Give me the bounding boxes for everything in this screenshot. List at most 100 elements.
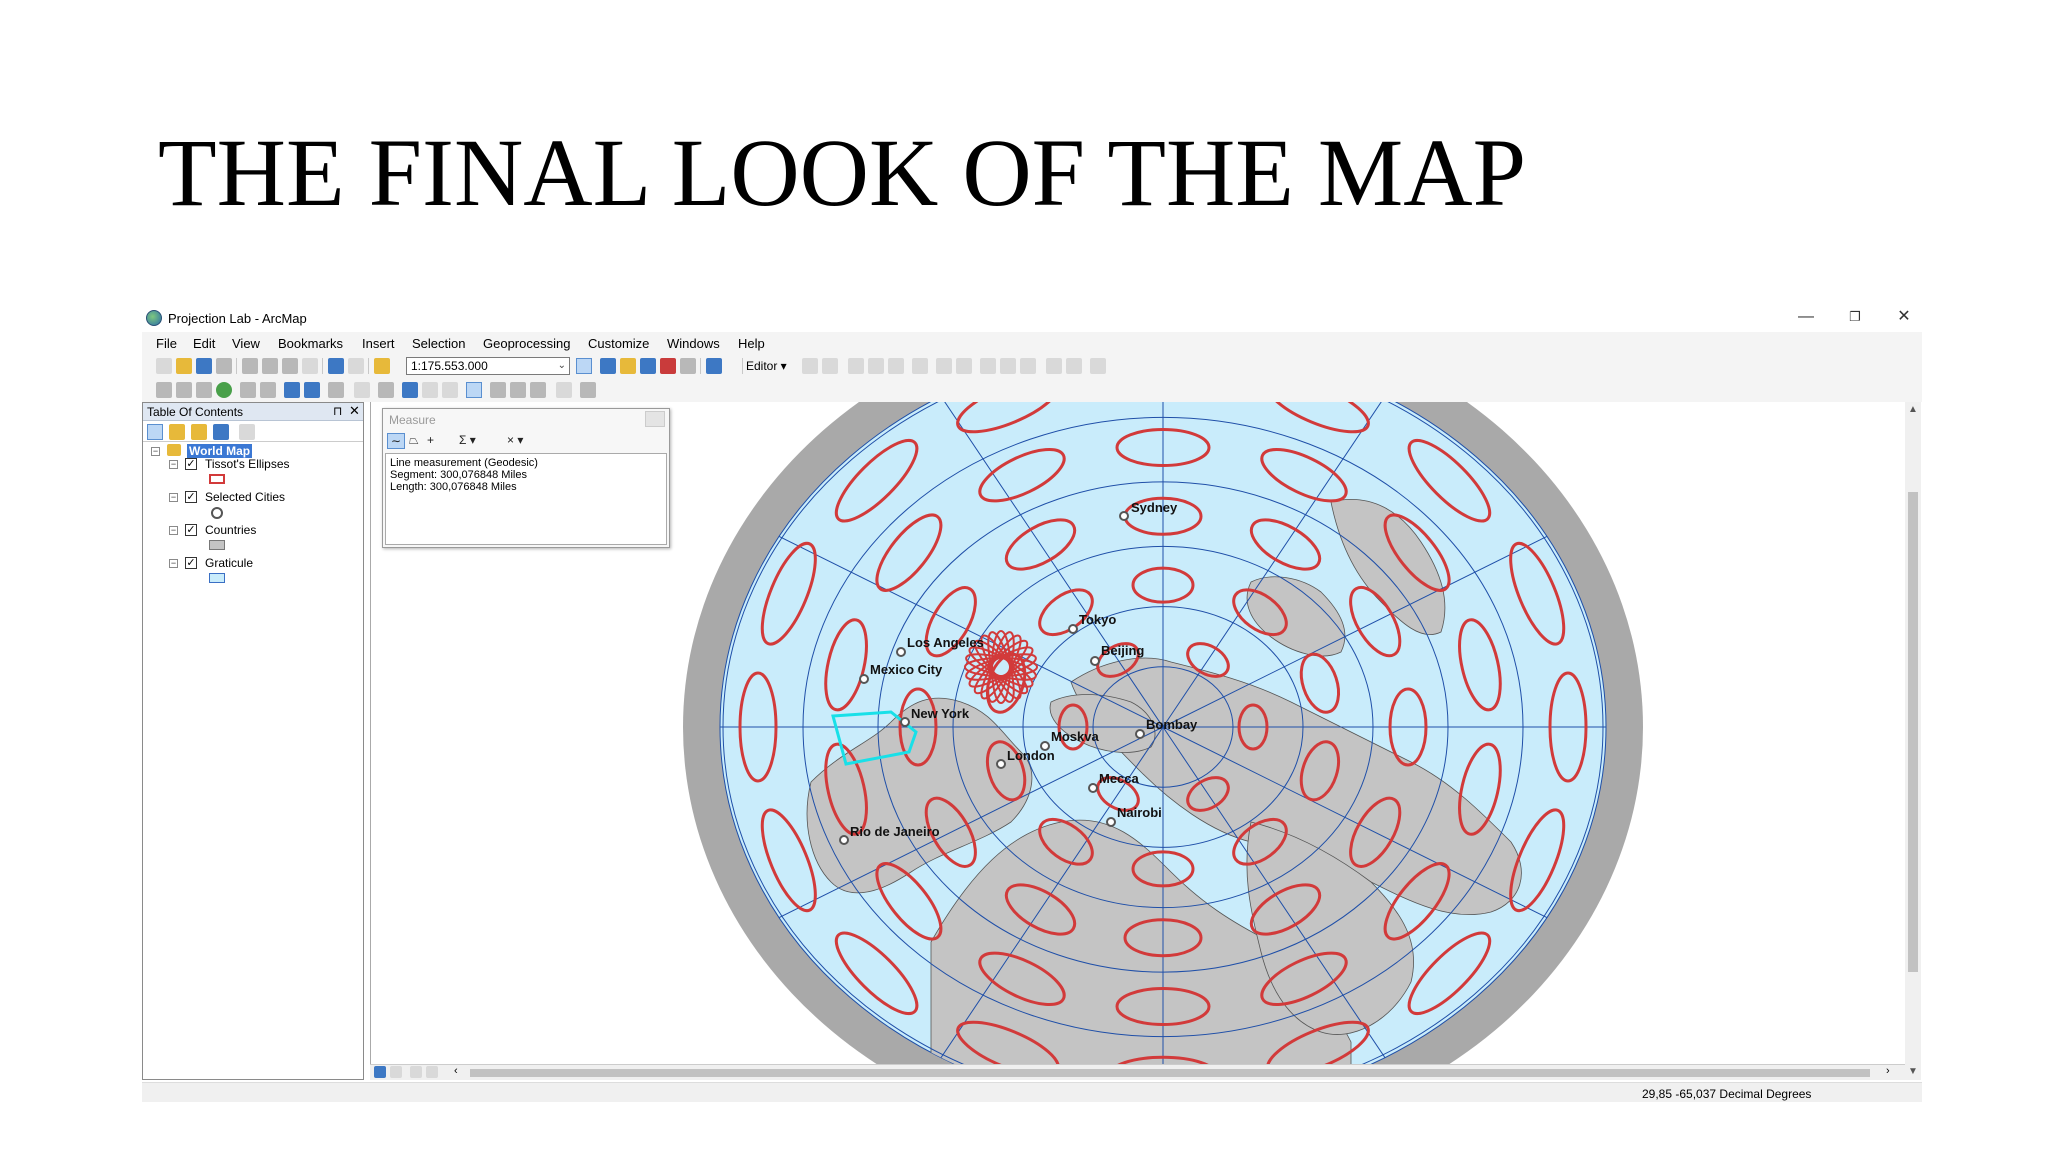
fixed-zoom-in-icon[interactable]: [240, 382, 256, 398]
measure-area-icon[interactable]: ⏢: [409, 433, 419, 448]
layer-countries[interactable]: Countries: [205, 523, 256, 537]
point-icon[interactable]: [912, 358, 928, 374]
find-icon[interactable]: [490, 382, 506, 398]
time-slider-icon[interactable]: [556, 382, 572, 398]
map-scale-select[interactable]: 1:175.553.000 ⌄: [406, 357, 570, 375]
pin-icon[interactable]: ⊓: [333, 404, 342, 418]
select-elements-icon[interactable]: [378, 382, 394, 398]
edit-vertices-icon[interactable]: [936, 358, 952, 374]
vertical-scroll-thumb[interactable]: [1908, 492, 1918, 972]
collapse-icon[interactable]: −: [169, 559, 178, 568]
pan-icon[interactable]: [196, 382, 212, 398]
list-by-visibility-icon[interactable]: [191, 424, 207, 440]
arctoolbox-icon[interactable]: [660, 358, 676, 374]
menu-view[interactable]: View: [232, 336, 260, 351]
menu-windows[interactable]: Windows: [667, 336, 720, 351]
menu-file[interactable]: File: [156, 336, 177, 351]
collapse-icon[interactable]: −: [169, 526, 178, 535]
hyperlink-icon[interactable]: [422, 382, 438, 398]
menu-insert[interactable]: Insert: [362, 336, 395, 351]
show-total-icon[interactable]: Σ ▾: [459, 433, 476, 447]
catalog-icon[interactable]: [620, 358, 636, 374]
measure-icon[interactable]: [466, 382, 482, 398]
edit-annotation-icon[interactable]: [822, 358, 838, 374]
find-route-icon[interactable]: [510, 382, 526, 398]
full-extent-icon[interactable]: [216, 382, 232, 398]
polygon-symbol-blue[interactable]: [209, 573, 225, 583]
forward-extent-icon[interactable]: [304, 382, 320, 398]
table-of-contents-icon[interactable]: [600, 358, 616, 374]
undo-icon[interactable]: [328, 358, 344, 374]
paste-icon[interactable]: [282, 358, 298, 374]
collapse-icon[interactable]: −: [151, 447, 160, 456]
layer-tissots-ellipses[interactable]: Tissot's Ellipses: [205, 457, 290, 471]
create-features-icon[interactable]: [1090, 358, 1106, 374]
layer-visibility-checkbox[interactable]: ✓: [185, 524, 197, 536]
list-by-source-icon[interactable]: [169, 424, 185, 440]
reshape-icon[interactable]: [956, 358, 972, 374]
pause-drawing-icon[interactable]: [426, 1066, 438, 1078]
open-icon[interactable]: [176, 358, 192, 374]
split-icon[interactable]: [1000, 358, 1016, 374]
identify-icon[interactable]: [402, 382, 418, 398]
create-viewer-icon[interactable]: [580, 382, 596, 398]
layer-visibility-checkbox[interactable]: ✓: [185, 557, 197, 569]
minimize-button[interactable]: —: [1786, 306, 1826, 328]
redo-icon[interactable]: [348, 358, 364, 374]
go-to-xy-icon[interactable]: [530, 382, 546, 398]
menu-help[interactable]: Help: [738, 336, 765, 351]
editor-toolbar-icon[interactable]: [576, 358, 592, 374]
scroll-down-icon[interactable]: ▼: [1908, 1066, 1918, 1077]
print-icon[interactable]: [216, 358, 232, 374]
edit-tool-icon[interactable]: [802, 358, 818, 374]
data-frame-world-map[interactable]: World Map: [187, 444, 253, 458]
scroll-up-icon[interactable]: ▲: [1908, 404, 1918, 415]
trace-icon[interactable]: [888, 358, 904, 374]
attributes-icon[interactable]: [1046, 358, 1062, 374]
horizontal-scroll-thumb[interactable]: [470, 1069, 1870, 1077]
menu-geoprocessing[interactable]: Geoprocessing: [483, 336, 570, 351]
copy-icon[interactable]: [262, 358, 278, 374]
zoom-in-icon[interactable]: [156, 382, 172, 398]
back-extent-icon[interactable]: [284, 382, 300, 398]
polygon-symbol-grey[interactable]: [209, 540, 225, 550]
menu-customize[interactable]: Customize: [588, 336, 649, 351]
data-view-icon[interactable]: [374, 1066, 386, 1078]
clear-measure-icon[interactable]: × ▾: [507, 433, 523, 447]
scroll-right-icon[interactable]: ›: [1886, 1065, 1890, 1077]
menu-edit[interactable]: Edit: [193, 336, 215, 351]
collapse-icon[interactable]: −: [169, 460, 178, 469]
delete-icon[interactable]: [302, 358, 318, 374]
measure-close-button[interactable]: [645, 411, 665, 427]
vertical-scrollbar[interactable]: ▲ ▼: [1905, 402, 1921, 1080]
list-by-selection-icon[interactable]: [213, 424, 229, 440]
editor-menu[interactable]: Editor ▾: [746, 359, 787, 373]
point-symbol-circle[interactable]: [211, 507, 223, 519]
collapse-icon[interactable]: −: [169, 493, 178, 502]
layer-graticule[interactable]: Graticule: [205, 556, 253, 570]
python-icon[interactable]: [680, 358, 696, 374]
zoom-out-icon[interactable]: [176, 382, 192, 398]
cut-polygons-icon[interactable]: [980, 358, 996, 374]
measure-line-icon[interactable]: ∼: [387, 433, 405, 449]
list-by-drawing-order-icon[interactable]: [147, 424, 163, 440]
polygon-symbol-red[interactable]: [209, 474, 225, 484]
toc-options-icon[interactable]: [239, 424, 255, 440]
add-data-icon[interactable]: [374, 358, 390, 374]
html-popup-icon[interactable]: [442, 382, 458, 398]
restore-button[interactable]: ❐: [1835, 306, 1875, 328]
sketch-properties-icon[interactable]: [1066, 358, 1082, 374]
menu-selection[interactable]: Selection: [412, 336, 465, 351]
search-window-icon[interactable]: [640, 358, 656, 374]
layer-selected-cities[interactable]: Selected Cities: [205, 490, 285, 504]
select-features-icon[interactable]: [328, 382, 344, 398]
end-point-arc-icon[interactable]: [868, 358, 884, 374]
model-builder-icon[interactable]: [706, 358, 722, 374]
scroll-left-icon[interactable]: ‹: [454, 1065, 458, 1077]
layout-view-icon[interactable]: [390, 1066, 402, 1078]
fixed-zoom-out-icon[interactable]: [260, 382, 276, 398]
menu-bookmarks[interactable]: Bookmarks: [278, 336, 343, 351]
close-button[interactable]: ✕: [1884, 306, 1922, 328]
new-document-icon[interactable]: [156, 358, 172, 374]
toc-close-icon[interactable]: ✕: [349, 403, 360, 419]
